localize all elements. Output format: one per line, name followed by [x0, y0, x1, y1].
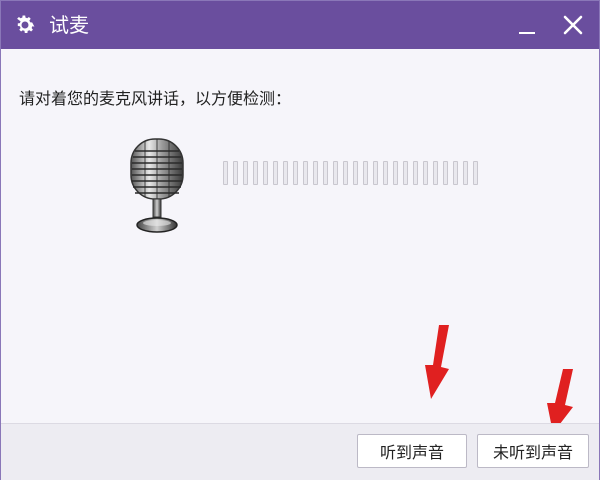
- level-segment: [283, 161, 288, 185]
- close-icon: [563, 15, 583, 35]
- heard-sound-button[interactable]: 听到声音: [357, 434, 467, 468]
- level-segment: [453, 161, 458, 185]
- level-segment: [313, 161, 318, 185]
- level-segment: [303, 161, 308, 185]
- not-heard-sound-button[interactable]: 未听到声音: [477, 434, 589, 468]
- level-segment: [433, 161, 438, 185]
- minimize-button[interactable]: [511, 9, 543, 41]
- instruction-text: 请对着您的麦克风讲话，以方便检测：: [19, 89, 292, 108]
- level-segment: [233, 161, 238, 185]
- mic-test-dialog: 试麦 请对着您的麦克风讲话，以方便检测： 听到声音 未听到声音: [0, 0, 600, 480]
- level-segment: [343, 161, 348, 185]
- level-segment: [333, 161, 338, 185]
- audio-level-meter: [223, 161, 493, 185]
- level-segment: [243, 161, 248, 185]
- dialog-footer: 听到声音 未听到声音: [1, 423, 599, 480]
- level-segment: [403, 161, 408, 185]
- level-segment: [263, 161, 268, 185]
- annotation-arrow-left: [425, 325, 449, 399]
- level-segment: [383, 161, 388, 185]
- level-segment: [223, 161, 228, 185]
- title-bar[interactable]: 试麦: [1, 1, 599, 49]
- minimize-icon: [519, 32, 535, 34]
- level-segment: [293, 161, 298, 185]
- level-segment: [373, 161, 378, 185]
- level-segment: [273, 161, 278, 185]
- microphone-icon: [130, 138, 184, 233]
- level-segment: [463, 161, 468, 185]
- close-button[interactable]: [557, 9, 589, 41]
- level-segment: [423, 161, 428, 185]
- level-segment: [393, 161, 398, 185]
- dialog-body: 请对着您的麦克风讲话，以方便检测：: [1, 49, 599, 421]
- level-segment: [353, 161, 358, 185]
- level-segment: [473, 161, 478, 185]
- level-segment: [413, 161, 418, 185]
- level-segment: [363, 161, 368, 185]
- gear-icon: [17, 15, 35, 33]
- level-segment: [443, 161, 448, 185]
- dialog-title: 试麦: [49, 13, 89, 37]
- level-segment: [253, 161, 258, 185]
- level-segment: [323, 161, 328, 185]
